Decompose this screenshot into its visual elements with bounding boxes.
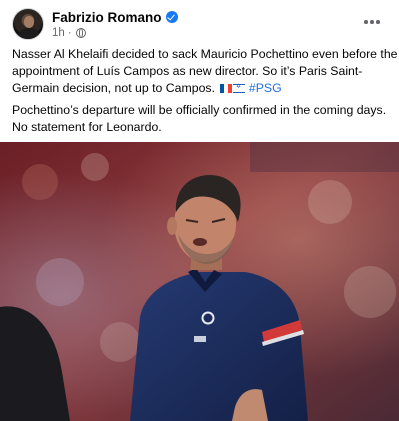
flag-israel-icon (233, 83, 246, 93)
author-name-row: Fabrizio Romano (52, 9, 178, 25)
post-text-paragraph-1: Nasser Al Khelaifi decided to sack Mauri… (12, 46, 398, 97)
globe-icon[interactable] (75, 27, 86, 38)
more-dot-icon (364, 20, 368, 24)
post-text-line: Pochettino’s departure will be officiall… (12, 103, 387, 117)
more-options-button[interactable] (360, 10, 384, 34)
more-dot-icon (370, 20, 374, 24)
post-text-line: No statement for Leonardo. (12, 120, 162, 134)
post-text-line-with-tags: Germain decision, not up to Campos. #PSG (12, 80, 392, 97)
post-text-line: Germain decision, not up to Campos. (12, 81, 216, 95)
flag-france-icon (220, 84, 233, 93)
post-meta: 1h · (52, 26, 86, 39)
more-dot-icon (376, 20, 380, 24)
meta-separator: · (67, 26, 72, 39)
post-text-paragraph-2: Pochettino’s departure will be officiall… (12, 102, 392, 136)
verified-badge-icon (165, 11, 178, 23)
post-timestamp[interactable]: 1h (52, 27, 65, 39)
author-avatar[interactable] (12, 8, 44, 40)
hashtag-link[interactable]: #PSG (249, 81, 282, 95)
avatar-face (24, 16, 34, 28)
author-name[interactable]: Fabrizio Romano (52, 10, 162, 25)
coach-photo-illustration (0, 142, 399, 421)
avatar-body (18, 28, 40, 39)
post-header: Fabrizio Romano 1h · (0, 0, 399, 44)
post-photo[interactable] (0, 142, 399, 421)
post-text-line: Nasser Al Khelaifi decided to sack Mauri… (12, 47, 398, 61)
facebook-post-card: Fabrizio Romano 1h · Nasser Al Khelaifi … (0, 0, 399, 421)
post-text-line: appointment of Luís Campos as new direct… (12, 64, 363, 78)
